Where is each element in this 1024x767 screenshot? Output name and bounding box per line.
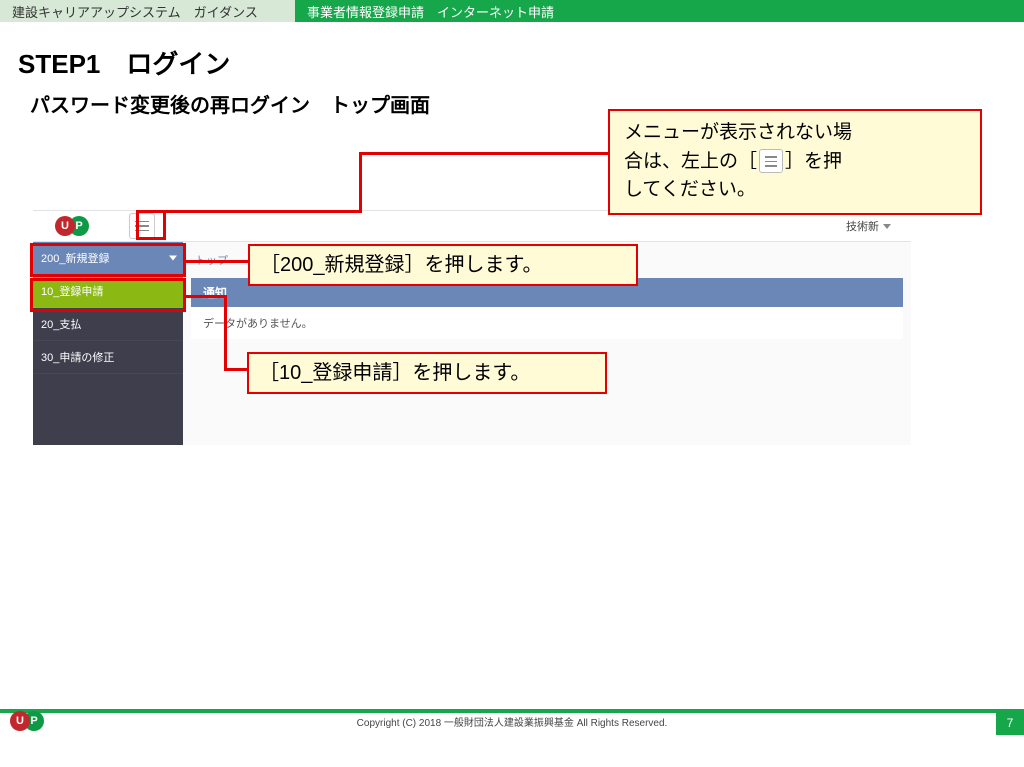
callout-text: してください。	[624, 179, 756, 200]
connector	[224, 295, 227, 370]
sidebar-item-label: 30_申請の修正	[41, 352, 114, 364]
footer-rule	[0, 709, 1024, 713]
logo-u-icon: U	[10, 711, 30, 731]
callout-text: ］を押	[785, 151, 842, 172]
sidebar-item-label: 10_登録申請	[41, 286, 103, 298]
footer-logo: U P	[10, 711, 44, 731]
sidebar-item-label: 20_支払	[41, 319, 81, 331]
header-left: 建設キャリアアップシステム ガイダンス	[0, 0, 295, 22]
hamburger-icon	[759, 149, 783, 173]
slide-header: 建設キャリアアップシステム ガイダンス 事業者情報登録申請 インターネット申請	[0, 0, 1024, 22]
callout-menu-hint: メニューが表示されない場 合は、左上の［ ］を押 してください。	[608, 109, 982, 215]
connector	[186, 260, 251, 263]
sidebar-item-30[interactable]: 30_申請の修正	[33, 341, 183, 374]
notice-body: データがありません。	[191, 307, 903, 339]
connector	[359, 152, 362, 210]
callout-text: 合は、左上の［	[624, 151, 757, 172]
connector	[359, 152, 608, 155]
connector	[186, 295, 226, 298]
slide-body: STEP1 ログイン パスワード変更後の再ログイン トップ画面 U P 技術新 …	[0, 22, 1024, 735]
user-dropdown[interactable]: 技術新	[846, 218, 891, 234]
hamburger-button[interactable]	[129, 213, 155, 239]
sidebar-item-10[interactable]: 10_登録申請	[33, 275, 183, 308]
sidebar: 200_新規登録 10_登録申請 20_支払 30_申請の修正	[33, 242, 183, 445]
sidebar-item-200[interactable]: 200_新規登録	[33, 242, 183, 275]
app-logo: U P	[33, 216, 89, 236]
slide-footer: U P Copyright (C) 2018 一般財団法人建設業振興基金 All…	[0, 703, 1024, 735]
header-right: 事業者情報登録申請 インターネット申請	[295, 0, 1024, 22]
connector	[166, 210, 362, 213]
callout-10: ［10_登録申請］を押します。	[247, 352, 607, 394]
sidebar-item-20[interactable]: 20_支払	[33, 308, 183, 341]
logo-u-icon: U	[55, 216, 75, 236]
callout-200: ［200_新規登録］を押します。	[248, 244, 638, 286]
copyright: Copyright (C) 2018 一般財団法人建設業振興基金 All Rig…	[0, 714, 1024, 729]
callout-text: メニューが表示されない場	[624, 122, 852, 143]
ui-top-bar: U P 技術新	[33, 210, 911, 242]
sidebar-item-label: 200_新規登録	[41, 253, 109, 265]
page-number: 7	[996, 711, 1024, 735]
step-title: STEP1 ログイン	[0, 22, 1024, 89]
